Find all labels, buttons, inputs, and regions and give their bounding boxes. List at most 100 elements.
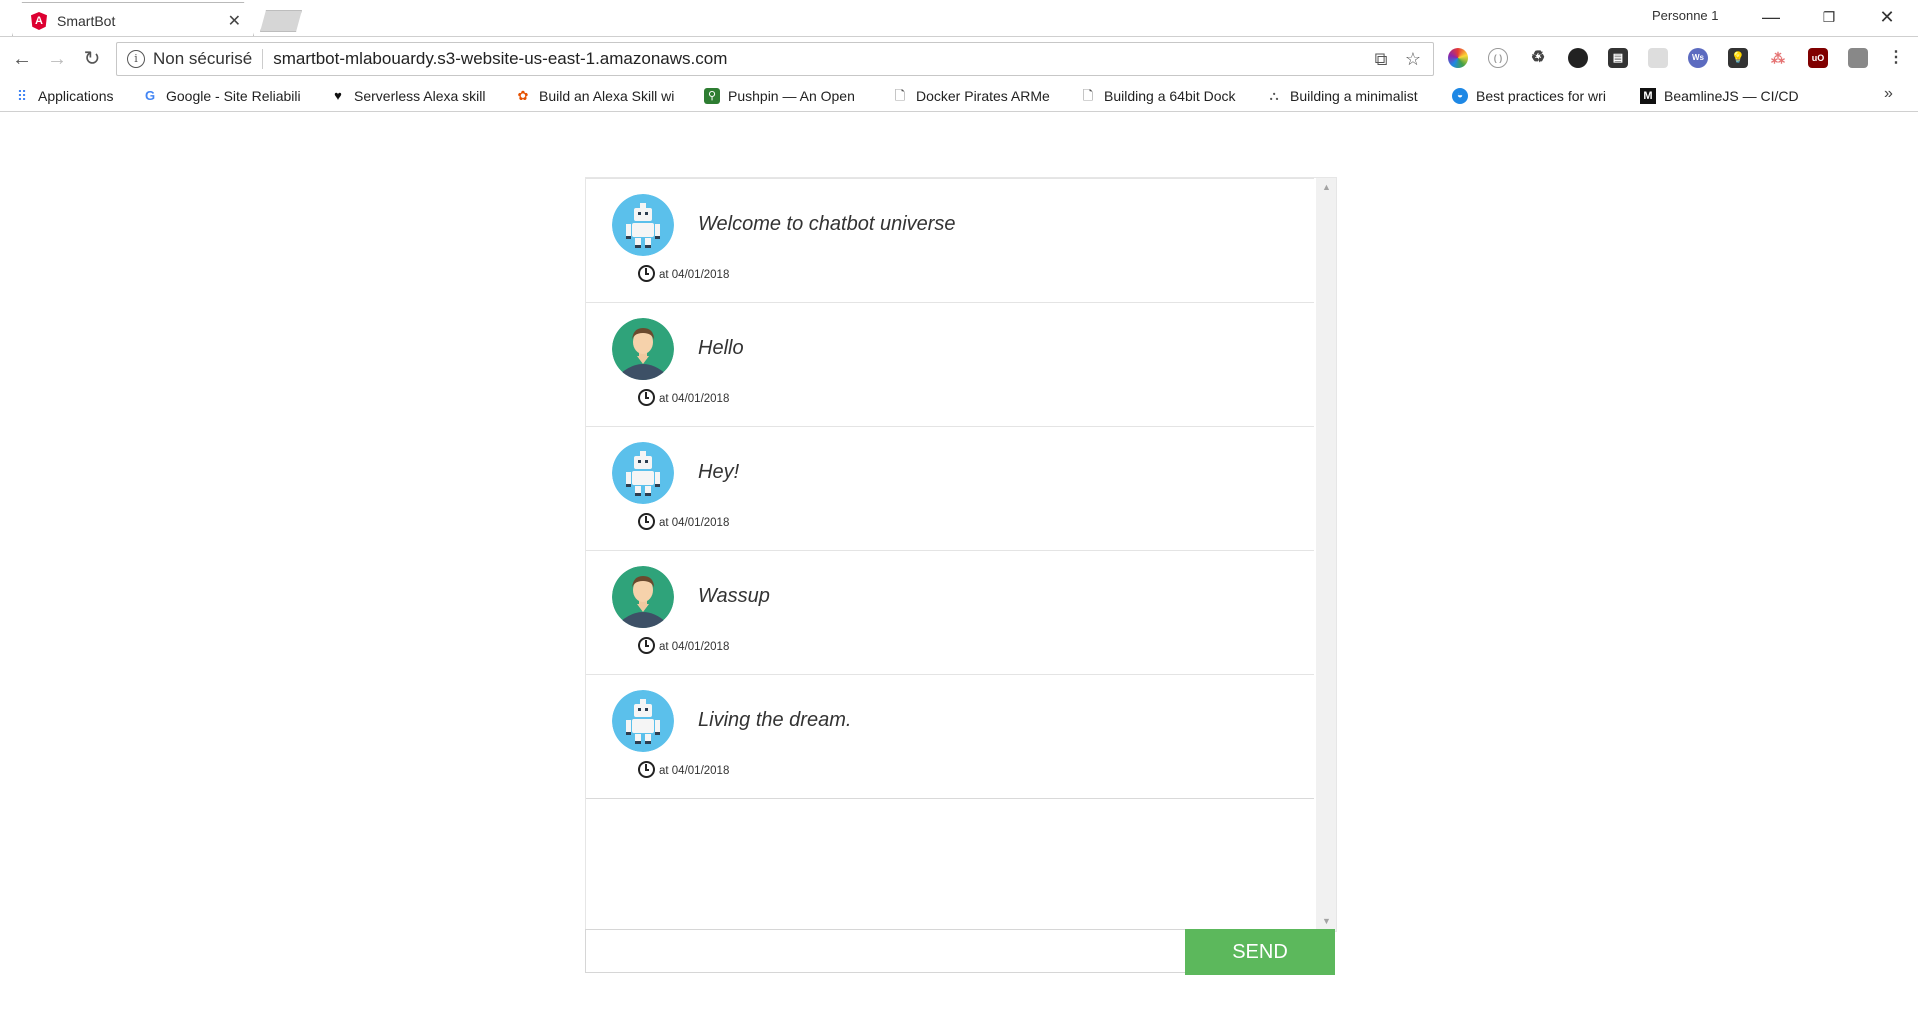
bookmark-label: Google - Site Reliabili <box>166 88 301 104</box>
new-tab-button[interactable] <box>260 10 302 32</box>
medium-icon: M <box>1640 88 1656 104</box>
send-button[interactable]: SEND <box>1185 929 1335 975</box>
chat-panel: Welcome to chatbot universe at 04/01/201… <box>585 177 1337 932</box>
bookmark-docker-pirates[interactable]: 🗋 Docker Pirates ARMe <box>892 86 1062 106</box>
bot-avatar <box>612 194 674 256</box>
chat-message: Living the dream. at 04/01/2018 <box>586 674 1314 799</box>
bookmark-serverless-alexa[interactable]: ♥ Serverless Alexa skill <box>330 86 495 106</box>
heart-icon: ♥ <box>334 88 342 103</box>
bookmark-label: Docker Pirates ARMe <box>916 88 1050 104</box>
clock-icon <box>638 637 655 654</box>
bookmark-label: Pushpin — An Open <box>728 88 855 104</box>
angular-icon: A <box>31 12 47 30</box>
bookmark-label: Best practices for wri <box>1476 88 1606 104</box>
message-text: Hey! <box>698 461 740 483</box>
reload-icon[interactable]: ↻ <box>78 45 106 73</box>
message-timestamp: at 04/01/2018 <box>659 269 730 281</box>
chat-message: Welcome to chatbot universe at 04/01/201… <box>586 178 1314 303</box>
clock-icon <box>638 265 655 282</box>
bookmark-minimalist[interactable]: ⛬ Building a minimalist <box>1266 86 1436 106</box>
browser-toolbar: ← → ↻ i Non sécurisé smartbot-mlabouardy… <box>0 37 1918 81</box>
url-text[interactable]: smartbot-mlabouardy.s3-website-us-east-1… <box>273 49 1369 69</box>
chat-scrollbar[interactable]: ▲ ▼ <box>1316 178 1336 931</box>
clock-icon <box>638 513 655 530</box>
asana-extension-icon[interactable]: ⁂ <box>1768 48 1788 68</box>
chat-message: Hello at 04/01/2018 <box>586 302 1314 427</box>
google-icon: G <box>144 88 156 103</box>
clock-icon <box>638 761 655 778</box>
film-extension-icon[interactable]: ▤ <box>1608 48 1628 68</box>
message-timestamp: at 04/01/2018 <box>659 517 730 529</box>
bot-avatar <box>612 442 674 504</box>
ws-extension-icon[interactable]: Ws <box>1688 48 1708 68</box>
profile-name[interactable]: Personne 1 <box>1652 8 1719 23</box>
robot-icon <box>612 690 674 752</box>
message-text: Living the dream. <box>698 709 852 731</box>
address-bar[interactable]: i Non sécurisé smartbot-mlabouardy.s3-we… <box>116 42 1434 76</box>
scroll-up-icon[interactable]: ▲ <box>1322 182 1331 192</box>
bot-avatar <box>612 690 674 752</box>
menu-icon[interactable]: ⋮ <box>1886 48 1906 68</box>
translate-icon[interactable]: ⧉ <box>1369 47 1393 71</box>
tab-strip: A SmartBot ✕ Personne 1 — ❐ ✕ <box>0 0 1918 37</box>
tab-title: SmartBot <box>57 13 116 29</box>
message-text: Wassup <box>698 585 770 607</box>
forward-icon[interactable]: → <box>43 45 71 73</box>
message-timestamp: at 04/01/2018 <box>659 393 730 405</box>
apps-grid-icon: ⠿ <box>16 88 28 104</box>
browser-tab[interactable]: A SmartBot ✕ <box>12 2 254 36</box>
color-wheel-extension-icon[interactable] <box>1448 48 1468 68</box>
clock-icon <box>638 389 655 406</box>
message-timestamp: at 04/01/2018 <box>659 641 730 653</box>
bookmark-pushpin[interactable]: ⚲ Pushpin — An Open <box>704 86 874 106</box>
address-divider <box>262 49 264 69</box>
bookmark-beamlinejs[interactable]: M BeamlineJS — CI/CD <box>1640 86 1810 106</box>
chat-message: Wassup at 04/01/2018 <box>586 550 1314 675</box>
close-tab-icon[interactable]: ✕ <box>228 11 241 31</box>
bookmark-logo-icon: ✿ <box>517 88 529 103</box>
back-icon[interactable]: ← <box>8 45 36 73</box>
minimize-icon[interactable]: — <box>1748 4 1794 30</box>
recycle-extension-icon[interactable]: ♻ <box>1528 48 1548 68</box>
bookmark-label: BeamlineJS — CI/CD <box>1664 88 1799 104</box>
bookmark-label: Building a minimalist <box>1290 88 1418 104</box>
gray-extension-icon[interactable] <box>1648 48 1668 68</box>
bookmark-64bit-docker[interactable]: 🗋 Building a 64bit Dock <box>1080 86 1250 106</box>
robot-icon <box>612 442 674 504</box>
bookmark-google-sre[interactable]: G Google - Site Reliabili <box>142 86 312 106</box>
message-timestamp: at 04/01/2018 <box>659 765 730 777</box>
message-text: Hello <box>698 337 744 359</box>
bookmark-label: Serverless Alexa skill <box>354 88 486 104</box>
message-text: Welcome to chatbot universe <box>698 213 956 235</box>
scroll-down-icon[interactable]: ▼ <box>1322 916 1331 926</box>
close-window-icon[interactable]: ✕ <box>1864 4 1910 30</box>
building-icon: ⛬ <box>1269 88 1279 103</box>
camera-extension-icon[interactable] <box>1568 48 1588 68</box>
person-icon <box>612 318 674 380</box>
restore-icon[interactable]: ❐ <box>1806 4 1852 30</box>
ublock-extension-icon[interactable]: uO <box>1808 48 1828 68</box>
bookmark-label: Building a 64bit Dock <box>1104 88 1236 104</box>
info-icon[interactable]: i <box>127 50 145 68</box>
page-icon: 🗋 <box>1082 88 1094 103</box>
code-extension-icon[interactable]: ( ) <box>1488 48 1508 68</box>
user-avatar <box>612 318 674 380</box>
bookmark-applications[interactable]: ⠿ Applications <box>14 86 132 106</box>
star-icon[interactable]: ☆ <box>1401 47 1425 71</box>
pushpin-icon: ⚲ <box>704 88 720 104</box>
grey-square-extension-icon[interactable] <box>1848 48 1868 68</box>
message-composer: SEND <box>585 929 1335 975</box>
docker-icon: ◒ <box>1452 88 1468 104</box>
message-input[interactable] <box>585 929 1185 973</box>
bookmark-build-alexa[interactable]: ✿ Build an Alexa Skill wi <box>515 86 687 106</box>
robot-icon <box>612 194 674 256</box>
page-icon: 🗋 <box>894 88 906 103</box>
security-label[interactable]: Non sécurisé <box>153 49 252 69</box>
bookmark-best-practices[interactable]: ◒ Best practices for wri <box>1452 86 1624 106</box>
more-bookmarks-icon[interactable]: » <box>1884 85 1893 103</box>
bookmark-label: Applications <box>38 88 114 104</box>
user-avatar <box>612 566 674 628</box>
person-icon <box>612 566 674 628</box>
bookmarks-bar: ⠿ Applications G Google - Site Reliabili… <box>0 81 1918 112</box>
bulb-extension-icon[interactable]: 💡 <box>1728 48 1748 68</box>
